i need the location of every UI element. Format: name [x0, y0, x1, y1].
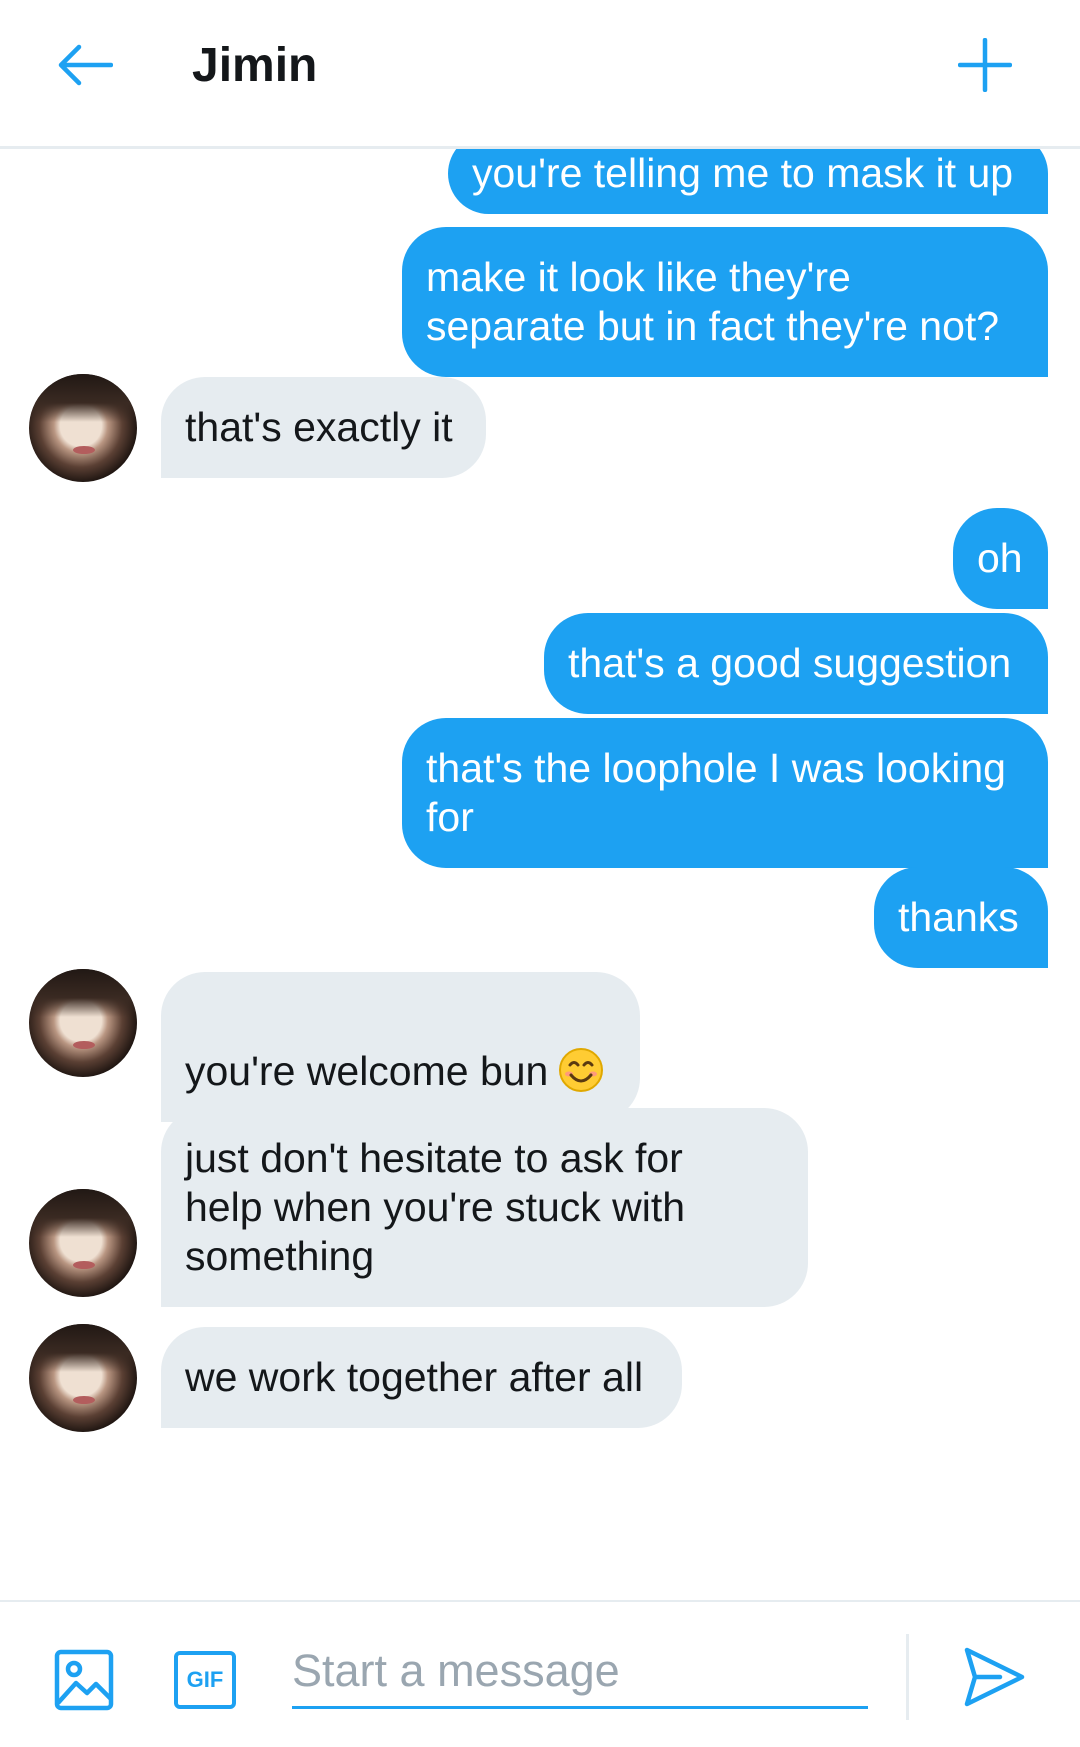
avatar[interactable] — [29, 969, 137, 1077]
message-text: you're welcome bun — [185, 1048, 549, 1094]
smiling-face-icon — [559, 1048, 604, 1092]
avatar[interactable] — [29, 1324, 137, 1432]
message-bubble-outgoing[interactable]: that's the loophole I was looking for — [402, 718, 1048, 868]
plus-icon — [958, 38, 1012, 92]
message-thread[interactable]: you're telling me to mask it up make it … — [0, 149, 1080, 1600]
add-gif-button[interactable]: GIF — [174, 1651, 236, 1709]
add-image-button[interactable] — [54, 1649, 114, 1711]
avatar[interactable] — [29, 374, 137, 482]
message-bubble-outgoing[interactable]: make it look like they're separate but i… — [402, 227, 1048, 377]
message-bubble-outgoing[interactable]: thanks — [874, 867, 1048, 968]
send-icon — [964, 1647, 1025, 1707]
message-composer: GIF — [0, 1600, 1080, 1747]
arrow-left-icon — [58, 44, 113, 86]
avatar[interactable] — [29, 1189, 137, 1297]
message-bubble-incoming[interactable]: we work together after all — [161, 1327, 682, 1428]
message-input[interactable] — [292, 1636, 868, 1709]
image-icon — [54, 1649, 114, 1711]
new-message-button[interactable] — [950, 30, 1020, 100]
message-bubble-incoming[interactable]: you're welcome bun — [161, 972, 640, 1122]
message-bubble-incoming[interactable]: just don't hesitate to ask for help when… — [161, 1108, 808, 1307]
conversation-header: Jimin — [0, 0, 1080, 149]
conversation-title: Jimin — [192, 39, 318, 92]
message-bubble-incoming[interactable]: that's exactly it — [161, 377, 486, 478]
message-bubble-outgoing[interactable]: oh — [953, 508, 1048, 609]
message-bubble-outgoing[interactable]: that's a good suggestion — [544, 613, 1048, 714]
composer-divider — [906, 1634, 909, 1720]
send-button[interactable] — [962, 1645, 1026, 1709]
back-button[interactable] — [50, 30, 120, 100]
message-bubble-outgoing[interactable]: you're telling me to mask it up — [448, 149, 1048, 214]
